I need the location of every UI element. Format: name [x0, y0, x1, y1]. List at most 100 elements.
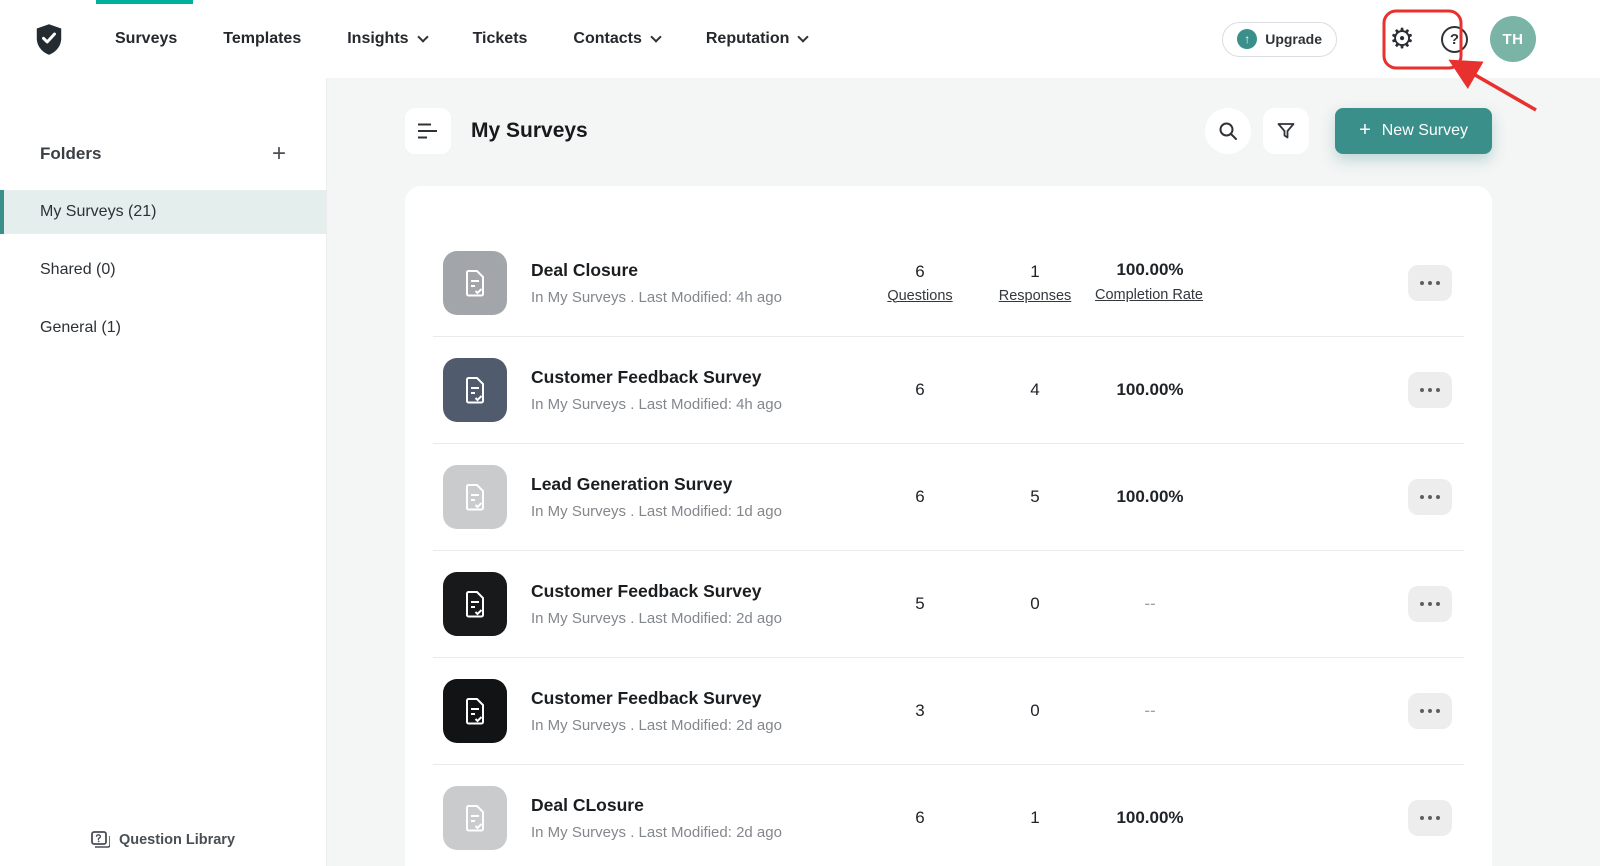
questions-cell: 6 — [865, 808, 975, 828]
responses-cell: 1 Responses — [975, 262, 1095, 305]
responses-count: 0 — [975, 701, 1095, 721]
chevron-down-icon — [650, 31, 661, 42]
folders-title: Folders — [40, 144, 101, 164]
new-survey-label: New Survey — [1382, 122, 1468, 140]
ellipsis-icon — [1420, 281, 1425, 286]
settings-gear-icon[interactable]: ⚙ — [1385, 25, 1419, 53]
surveys-list-card: Deal Closure In My Surveys . Last Modifi… — [405, 186, 1492, 866]
nav-item-surveys[interactable]: Surveys — [92, 0, 200, 78]
completion-cell: -- — [1095, 594, 1205, 614]
nav-item-insights[interactable]: Insights — [324, 0, 449, 78]
survey-doc-icon — [443, 251, 507, 315]
nav-item-reputation[interactable]: Reputation — [683, 0, 831, 78]
survey-doc-icon — [443, 358, 507, 422]
questions-cell: 6 — [865, 380, 975, 400]
row-menu-button[interactable] — [1408, 586, 1452, 622]
survey-meta: In My Surveys . Last Modified: 2d ago — [531, 717, 865, 734]
completion-cell: 100.00% — [1095, 487, 1205, 507]
search-button[interactable] — [1205, 108, 1251, 154]
questions-cell: 6 Questions — [865, 262, 975, 305]
responses-count: 4 — [975, 380, 1095, 400]
ellipsis-icon — [1420, 495, 1425, 500]
ellipsis-icon — [1420, 709, 1425, 714]
responses-cell: 0 — [975, 701, 1095, 721]
user-avatar[interactable]: TH — [1490, 16, 1536, 62]
survey-row[interactable]: Deal CLosure In My Surveys . Last Modifi… — [405, 765, 1492, 866]
nav-item-contacts[interactable]: Contacts — [550, 0, 682, 78]
questions-count: 6 — [865, 808, 975, 828]
page-title: My Surveys — [471, 119, 588, 143]
completion-rate: 100.00% — [1095, 808, 1205, 828]
app-logo[interactable] — [34, 23, 64, 56]
responses-count: 1 — [975, 808, 1095, 828]
row-menu-button[interactable] — [1408, 372, 1452, 408]
row-menu-button[interactable] — [1408, 800, 1452, 836]
sidebar-item-shared[interactable]: Shared (0) — [0, 248, 326, 292]
list-view-toggle-button[interactable] — [405, 108, 451, 154]
ellipsis-icon — [1420, 816, 1425, 821]
questions-count: 6 — [865, 487, 975, 507]
responses-link[interactable]: Responses — [999, 288, 1072, 304]
filter-button[interactable] — [1263, 108, 1309, 154]
survey-info: Customer Feedback Survey In My Surveys .… — [531, 367, 865, 413]
nav-label: Surveys — [115, 30, 177, 48]
questions-count: 5 — [865, 594, 975, 614]
survey-title[interactable]: Deal CLosure — [531, 795, 865, 816]
sidebar-item-label: Shared (0) — [40, 261, 116, 279]
folders-header: Folders + — [40, 142, 286, 166]
upgrade-label: Upgrade — [1265, 31, 1322, 47]
responses-cell: 4 — [975, 380, 1095, 400]
survey-doc-icon — [443, 572, 507, 636]
completion-cell: 100.00% — [1095, 380, 1205, 400]
questions-cell: 5 — [865, 594, 975, 614]
help-glyph: ? — [1450, 31, 1459, 48]
sidebar-item-label: My Surveys (21) — [40, 203, 156, 221]
survey-row[interactable]: Customer Feedback Survey In My Surveys .… — [405, 551, 1492, 657]
active-tab-indicator — [96, 0, 193, 4]
nav-label: Reputation — [706, 30, 790, 48]
survey-doc-icon — [443, 679, 507, 743]
chevron-down-icon — [798, 31, 809, 42]
responses-count: 5 — [975, 487, 1095, 507]
responses-count: 0 — [975, 594, 1095, 614]
responses-cell: 5 — [975, 487, 1095, 507]
survey-row[interactable]: Customer Feedback Survey In My Surveys .… — [405, 658, 1492, 764]
chevron-down-icon — [417, 31, 428, 42]
sidebar-item-label: General (1) — [40, 319, 121, 337]
question-library-button[interactable]: Question Library — [0, 831, 326, 848]
survey-doc-icon — [443, 465, 507, 529]
main-nav: Surveys Templates Insights Tickets Conta… — [92, 0, 830, 78]
nav-item-templates[interactable]: Templates — [200, 0, 324, 78]
row-menu-button[interactable] — [1408, 479, 1452, 515]
questions-link[interactable]: Questions — [887, 288, 952, 304]
add-folder-button[interactable]: + — [272, 142, 286, 166]
survey-title[interactable]: Customer Feedback Survey — [531, 581, 865, 602]
questions-cell: 3 — [865, 701, 975, 721]
row-menu-button[interactable] — [1408, 265, 1452, 301]
survey-title[interactable]: Customer Feedback Survey — [531, 367, 865, 388]
survey-row[interactable]: Deal Closure In My Surveys . Last Modifi… — [405, 230, 1492, 336]
survey-row[interactable]: Customer Feedback Survey In My Surveys .… — [405, 337, 1492, 443]
survey-info: Customer Feedback Survey In My Surveys .… — [531, 581, 865, 627]
completion-cell: -- — [1095, 701, 1205, 721]
survey-title[interactable]: Deal Closure — [531, 260, 865, 281]
completion-rate: 100.00% — [1095, 380, 1205, 400]
nav-item-tickets[interactable]: Tickets — [450, 0, 551, 78]
sidebar-item-general[interactable]: General (1) — [0, 306, 326, 350]
upgrade-button[interactable]: ↑ Upgrade — [1222, 22, 1337, 57]
question-library-icon — [91, 831, 110, 848]
new-survey-button[interactable]: + New Survey — [1335, 108, 1492, 154]
survey-doc-icon — [443, 786, 507, 850]
sidebar-item-my-surveys[interactable]: My Surveys (21) — [0, 190, 326, 234]
row-menu-button[interactable] — [1408, 693, 1452, 729]
completion-rate: 100.00% — [1095, 260, 1205, 280]
nav-label: Tickets — [473, 30, 528, 48]
survey-title[interactable]: Lead Generation Survey — [531, 474, 865, 495]
survey-title[interactable]: Customer Feedback Survey — [531, 688, 865, 709]
questions-cell: 6 — [865, 487, 975, 507]
ellipsis-icon — [1420, 388, 1425, 393]
survey-row[interactable]: Lead Generation Survey In My Surveys . L… — [405, 444, 1492, 550]
topbar-actions: ↑ Upgrade ⚙ ? TH — [1222, 0, 1536, 78]
help-icon[interactable]: ? — [1441, 26, 1468, 53]
completion-rate-link[interactable]: Completion Rate — [1095, 286, 1205, 306]
